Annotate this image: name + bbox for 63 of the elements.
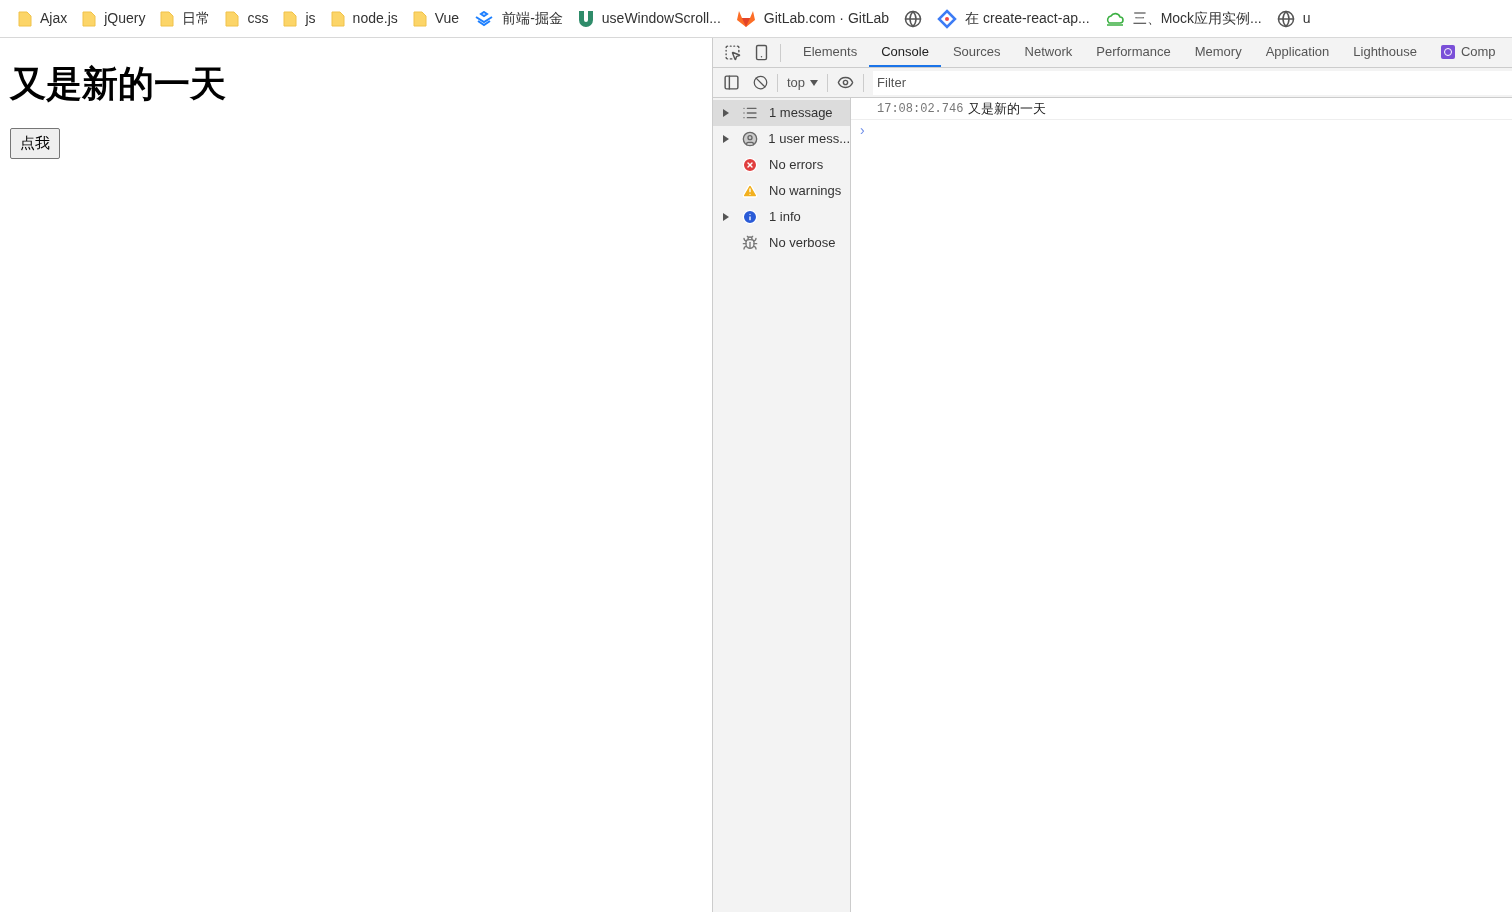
dropdown-caret-icon: [810, 79, 819, 86]
sidebar-item[interactable]: No errors: [713, 152, 850, 178]
fox-logo-icon: [735, 9, 756, 28]
diamond-logo-icon: [937, 8, 958, 29]
list-icon: [742, 105, 758, 121]
devtools-tab[interactable]: Elements: [791, 38, 870, 67]
sidebar-item[interactable]: No verbose: [713, 230, 850, 256]
page-heading: 又是新的一天: [10, 66, 227, 102]
bookmark-link[interactable]: Vue: [434, 8, 460, 29]
error-icon: [742, 157, 758, 173]
devtools-tab[interactable]: Lighthouse: [1341, 38, 1429, 67]
device-icon[interactable]: [753, 44, 770, 61]
devtools-tab[interactable]: Application: [1253, 38, 1342, 67]
info-icon: [742, 209, 758, 225]
log-message: 又是新的一天: [968, 99, 1047, 118]
folder-icon: [283, 10, 298, 27]
sidebar-toggle-icon[interactable]: [723, 74, 740, 91]
bookmark-link[interactable]: Ajax: [40, 8, 68, 29]
sidebar-item[interactable]: 1 message: [713, 100, 850, 126]
warning-icon: [742, 183, 758, 199]
folder-icon: [18, 10, 32, 27]
expand-arrow-icon[interactable]: [723, 109, 729, 117]
sidebar-item[interactable]: 1 info: [713, 204, 850, 230]
bookmark-link[interactable]: css: [247, 8, 269, 29]
devtools-tab[interactable]: Network: [1012, 38, 1085, 67]
folder-icon: [82, 10, 97, 27]
bug-icon: [742, 235, 758, 251]
folder-icon: [412, 10, 427, 27]
expand-arrow-icon[interactable]: [722, 135, 729, 143]
cloud-logo-icon: [1104, 10, 1125, 27]
folder-icon: [330, 10, 345, 27]
filter-field[interactable]: Filter: [873, 70, 1512, 95]
globe-icon: [1276, 9, 1295, 28]
sidebar-item[interactable]: No warnings: [713, 178, 850, 204]
user-icon: [741, 131, 758, 147]
devtools-tab[interactable]: Sources: [940, 38, 1013, 67]
clear-icon[interactable]: [753, 75, 768, 90]
bookmark-link[interactable]: 日常: [182, 8, 211, 29]
bookmark-link[interactable]: 在 create-react-ap...: [965, 8, 1090, 29]
devtools-tab[interactable]: Comp: [1428, 38, 1508, 67]
context-select[interactable]: top: [787, 72, 819, 93]
bookmark-link[interactable]: jQuery: [104, 8, 146, 29]
expand-arrow-icon[interactable]: [723, 213, 729, 221]
u-logo-icon: [577, 9, 594, 28]
bookmark-link[interactable]: 前端-掘金: [502, 8, 563, 29]
bookmark-link[interactable]: node.js: [352, 8, 398, 29]
folder-icon: [160, 10, 175, 27]
sidebar-item[interactable]: 1 user mess...: [713, 126, 850, 152]
folder-icon: [225, 10, 240, 27]
bookmark-link[interactable]: js: [305, 8, 316, 29]
bookmark-link[interactable]: GitLab.com · GitLab: [763, 8, 890, 29]
timestamp: 17:08:02.746: [877, 100, 964, 118]
bookmark-link[interactable]: u: [1302, 8, 1311, 29]
chevron-logo-icon: [474, 10, 495, 27]
eye-icon[interactable]: [837, 74, 855, 91]
bookmark-link[interactable]: useWindowScroll...: [601, 8, 721, 29]
devtools-tab[interactable]: Performance: [1084, 38, 1183, 67]
inspect-icon[interactable]: [724, 44, 741, 61]
bookmark-link[interactable]: 三、Mock应用实例...: [1132, 8, 1262, 29]
globe-icon: [904, 9, 923, 28]
react-icon: [1440, 44, 1455, 59]
click-button[interactable]: 点我: [10, 128, 60, 159]
devtools-tab[interactable]: Memory: [1182, 38, 1254, 67]
